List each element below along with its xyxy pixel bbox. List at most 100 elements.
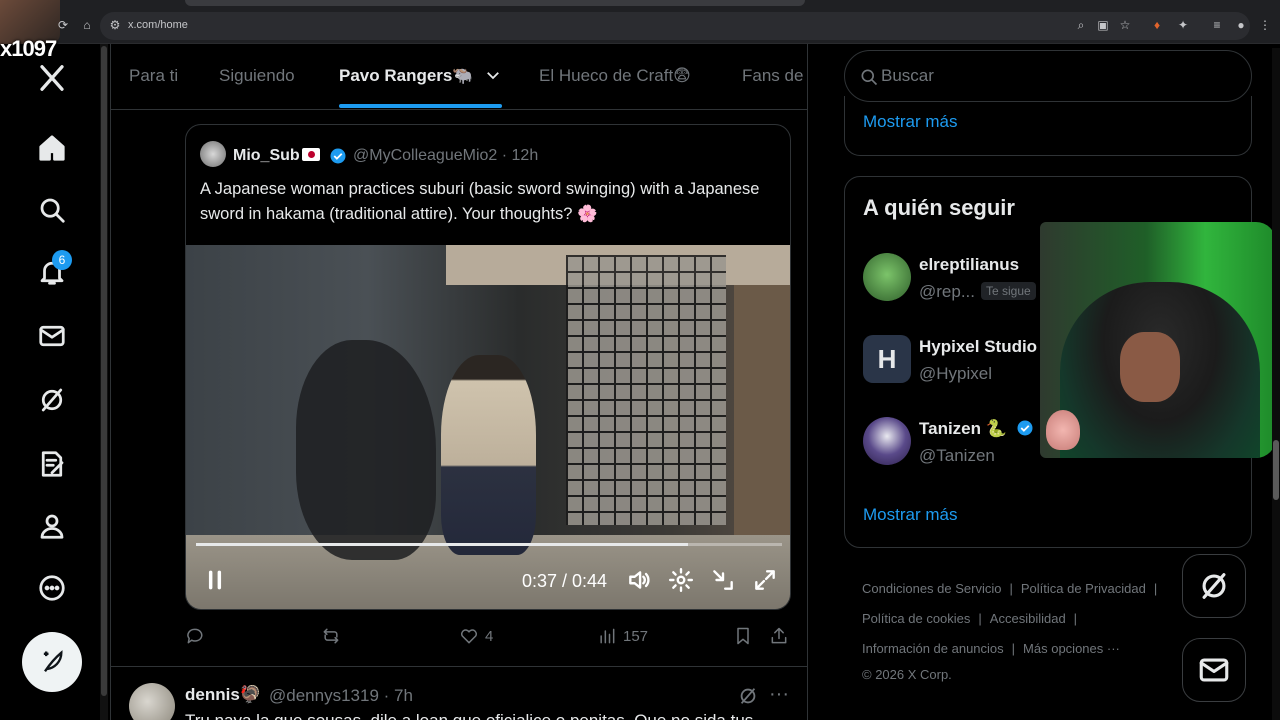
browser-tab-strip[interactable] [185, 0, 805, 6]
avatar[interactable]: H [863, 335, 911, 383]
home-nav-icon[interactable] [30, 126, 74, 170]
like-count: 4 [485, 627, 494, 645]
suggestion-name[interactable]: Tanizen 🐍 [919, 419, 1034, 439]
quoted-author-name[interactable]: Mio_Sub [233, 147, 320, 165]
footer-accessibility-link[interactable]: Accesibilidad [990, 611, 1066, 626]
footer-privacy-link[interactable]: Política de Privacidad [1021, 581, 1146, 596]
lists-icon[interactable] [30, 442, 74, 486]
tab-pavo-rangers[interactable]: Pavo Rangers🐃 [339, 66, 502, 86]
left-scrollbar[interactable] [100, 44, 108, 720]
video-timestamp: 0:37 / 0:44 [522, 571, 608, 591]
home-icon[interactable]: ⌂ [80, 18, 94, 32]
share-button[interactable] [769, 626, 789, 646]
view-count: 157 [623, 627, 649, 645]
next-post-avatar[interactable] [129, 683, 175, 720]
search-input[interactable] [881, 63, 1231, 89]
media-controls-icon[interactable]: ≡ [1210, 18, 1224, 32]
page-scrollbar[interactable] [1272, 48, 1280, 720]
sidebar-footer: Condiciones de Servicio | Política de Priv… [862, 581, 1158, 682]
show-more-trends-link[interactable]: Mostrar más [863, 112, 957, 132]
picture-in-picture-button[interactable] [710, 567, 736, 598]
footer-cookies-link[interactable]: Política de cookies [862, 611, 970, 626]
footer-more-options-link[interactable]: Más opciones ··· [1023, 641, 1120, 656]
reply-icon [187, 628, 203, 644]
next-post[interactable]: dennis🦃 @dennys1319 · 7h ··· Tru nava la… [111, 667, 807, 720]
bookmark-icon [737, 627, 749, 645]
video-player[interactable]: 0:37 / 0:44 [186, 245, 790, 609]
messages-envelope-icon[interactable] [30, 314, 74, 358]
bookmark-star-icon[interactable]: ☆ [1118, 18, 1132, 32]
grok-explain-button[interactable] [737, 685, 759, 712]
quoted-author-handle[interactable]: @MyColleagueMio2 · 12h [353, 147, 538, 165]
extensions-icon[interactable]: ✦ [1176, 18, 1190, 32]
post-more-icon[interactable]: ··· [769, 683, 789, 706]
quoted-author-avatar[interactable] [200, 141, 226, 167]
like-button[interactable]: 4 [459, 626, 493, 646]
x-logo-icon[interactable] [30, 56, 74, 100]
avatar[interactable] [863, 253, 911, 301]
envelope-icon [1199, 658, 1229, 682]
quoted-post-text: A Japanese woman practices suburi (basic… [200, 180, 760, 223]
suggestion-name[interactable]: elreptilianus [919, 255, 1019, 275]
avatar[interactable] [863, 417, 911, 465]
fullscreen-button[interactable] [752, 567, 778, 598]
trends-card-bottom: Mostrar más [844, 96, 1252, 156]
zoom-icon[interactable]: ⌕ [1074, 18, 1088, 32]
video-settings-button[interactable] [668, 567, 694, 598]
pip-icon [713, 570, 733, 590]
reload-icon[interactable]: ⟳ [56, 18, 70, 32]
analytics-bars-icon [600, 628, 615, 644]
repost-icon [323, 628, 339, 644]
gear-icon [668, 567, 694, 593]
fullscreen-icon [755, 570, 775, 590]
volume-icon [629, 571, 650, 589]
volume-button[interactable] [626, 567, 652, 598]
grok-icon [740, 688, 756, 704]
tab-fans-de[interactable]: Fans de [742, 66, 803, 86]
video-progress-bar[interactable] [196, 543, 782, 546]
tab-pavo-rangers-label: Pavo Rangers🐃 [339, 66, 474, 85]
bookmark-button[interactable] [733, 626, 753, 646]
tab-siguiendo[interactable]: Siguiendo [219, 66, 295, 86]
site-settings-icon[interactable]: ⚙ [108, 18, 122, 32]
messages-floating-button[interactable] [1182, 638, 1246, 702]
tab-para-ti[interactable]: Para ti [129, 66, 178, 86]
timeline: Para ti Siguiendo Pavo Rangers🐃 El Hueco… [110, 44, 808, 720]
compose-post-button[interactable] [22, 632, 82, 692]
grok-icon[interactable] [30, 378, 74, 422]
footer-ads-info-link[interactable]: Información de anuncios [862, 641, 1004, 656]
profile-icon[interactable]: ● [1234, 18, 1248, 32]
search-box[interactable] [844, 50, 1252, 102]
share-icon [771, 627, 787, 644]
reply-button[interactable] [185, 626, 205, 646]
chevron-down-icon[interactable] [484, 66, 502, 84]
pause-button[interactable] [202, 567, 228, 598]
explore-search-icon[interactable] [30, 188, 74, 232]
browser-menu-icon[interactable]: ⋮ [1258, 18, 1272, 32]
profile-person-icon[interactable] [30, 504, 74, 548]
brave-shield-icon[interactable]: ♦ [1150, 18, 1164, 32]
suggestion-name[interactable]: Hypixel Studio [919, 337, 1037, 357]
quoted-post[interactable]: Mio_Sub @MyColleagueMio2 · 12h A Japanes… [185, 124, 791, 610]
weapon-rack [566, 255, 726, 525]
next-post-handle[interactable]: @dennys1319 · 7h [269, 686, 413, 706]
suggestion-handle: @Tanizen [919, 446, 995, 465]
screenshot-icon[interactable]: ▣ [1096, 18, 1110, 32]
verified-badge-icon [1017, 420, 1033, 436]
url-text[interactable]: x.com/home [128, 19, 188, 31]
footer-terms-link[interactable]: Condiciones de Servicio [862, 581, 1001, 596]
show-more-suggestions-link[interactable]: Mostrar más [863, 505, 957, 525]
grok-icon [1202, 573, 1226, 599]
grok-floating-button[interactable] [1182, 554, 1246, 618]
more-options-icon[interactable] [30, 566, 74, 610]
verified-badge-icon [330, 148, 346, 164]
views-button[interactable]: 157 [597, 626, 648, 646]
footer-copyright: © 2026 X Corp. [862, 667, 952, 682]
repost-button[interactable] [321, 626, 341, 646]
follows-you-badge: Te sigue [981, 282, 1036, 300]
tab-el-hueco-de-craft[interactable]: El Hueco de Craft😨 [539, 66, 691, 86]
pig-sticker [1046, 410, 1080, 450]
next-post-author[interactable]: dennis🦃 [185, 685, 261, 705]
timeline-tabs: Para ti Siguiendo Pavo Rangers🐃 El Hueco… [111, 44, 807, 110]
japan-flag-icon [301, 148, 320, 161]
